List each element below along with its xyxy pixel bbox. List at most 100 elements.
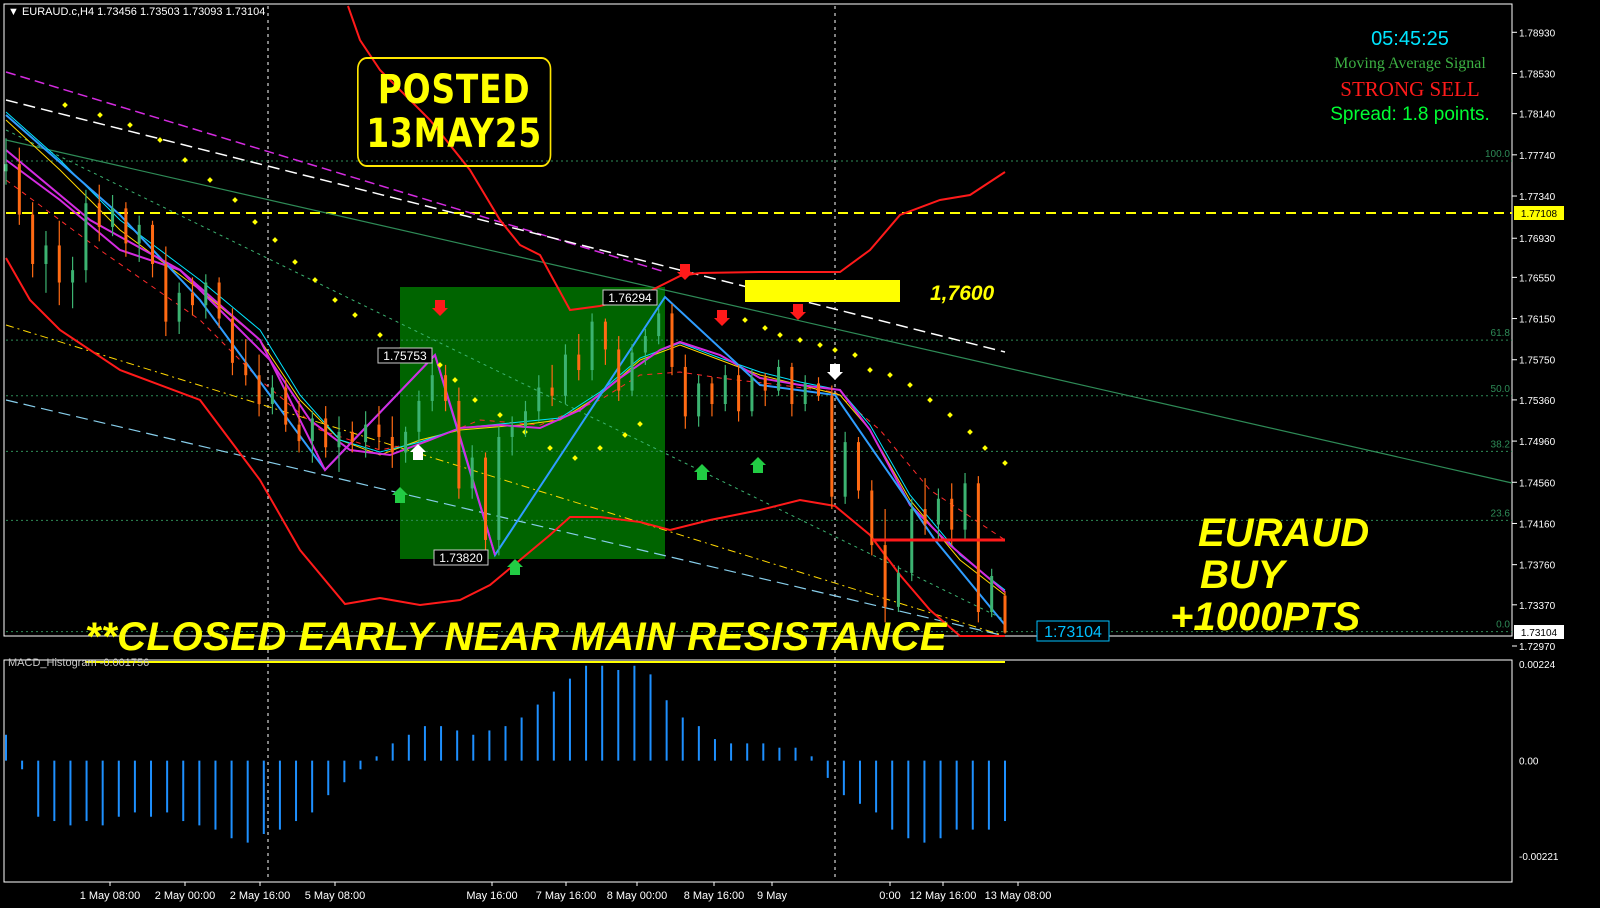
- candle-body: [151, 224, 155, 264]
- price-axis-label: 1.73760: [1519, 561, 1556, 572]
- price-axis-label: 1.73370: [1519, 601, 1556, 612]
- candle-body: [84, 203, 88, 271]
- candle-body: [244, 362, 248, 376]
- target-level-label: 1,7600: [930, 282, 995, 305]
- symbol-info-bar: ▼ EURAUD.c,H4 1.73456 1.73503 1.73093 1.…: [8, 6, 265, 18]
- price-axis-label: 1.74560: [1519, 478, 1556, 489]
- candle-body: [683, 366, 687, 417]
- candle-body: [44, 245, 48, 264]
- fib-level-label: 50.0: [1491, 384, 1511, 395]
- candle-body: [603, 321, 607, 350]
- current-price-label: 1.73104: [1521, 628, 1558, 639]
- candle-body: [550, 387, 554, 396]
- candle-body: [111, 208, 115, 227]
- candle-body: [390, 436, 394, 453]
- candle-body: [164, 263, 168, 322]
- candle-body: [817, 383, 821, 396]
- time-axis-label: 12 May 16:00: [910, 890, 977, 902]
- current-price-tag-text: 1:73104: [1044, 624, 1102, 641]
- macd-axis-label: 0.00: [1519, 757, 1539, 768]
- trade-call-result: +1000PTS: [1170, 595, 1361, 639]
- candle-body: [523, 411, 527, 427]
- candle-body: [484, 457, 488, 540]
- fib-level-label: 0.0: [1496, 620, 1510, 631]
- candle-body: [750, 377, 754, 412]
- candle-body: [710, 383, 714, 405]
- zigzag-price-label: 1.73820: [439, 551, 483, 565]
- macd-axis-label: 0.00224: [1519, 660, 1556, 671]
- candle-body: [310, 418, 314, 442]
- fib-level-label: 100.0: [1485, 149, 1510, 160]
- candle-body: [843, 442, 847, 497]
- candle-body: [350, 431, 354, 443]
- price-chart[interactable]: 100.0 61.8 50.0 38.2 23.6 0.0 1.75753 1.73820 1…: [0, 0, 1600, 908]
- candle-body: [337, 431, 341, 448]
- candle-body: [723, 375, 727, 405]
- candle-body: [444, 375, 448, 401]
- ma-signal-title: Moving Average Signal: [1334, 55, 1486, 72]
- candle-body: [537, 387, 541, 412]
- candle-body: [617, 349, 621, 391]
- price-axis-label: 1.76550: [1519, 273, 1556, 284]
- trade-call-pair: EURAUD: [1198, 511, 1370, 555]
- time-axis-label: 1 May 08:00: [80, 890, 141, 902]
- candle-body: [670, 313, 674, 367]
- dropdown-icon[interactable]: ▼: [8, 6, 19, 18]
- macd-indicator-label: MACD_Histogram -0.001756: [8, 657, 150, 669]
- candle-body: [790, 366, 794, 405]
- price-axis-label: 1.75750: [1519, 356, 1556, 367]
- candle-body: [856, 442, 860, 491]
- time-axis-label: 0:00: [879, 890, 900, 902]
- ohlc-values: 1.73456 1.73503 1.73093 1.73104: [97, 6, 266, 18]
- candle-body: [430, 375, 434, 401]
- time-axis-label: May 16:00: [466, 890, 517, 902]
- candle-body: [364, 424, 368, 443]
- posted-label: POSTED: [377, 67, 531, 113]
- zigzag-price-label: 1.76294: [608, 291, 652, 305]
- fib-level-label: 23.6: [1491, 508, 1511, 519]
- time-axis-label: 7 May 16:00: [536, 890, 597, 902]
- price-axis-label: 1.78930: [1519, 28, 1556, 39]
- price-axis-label: 1.77340: [1519, 192, 1556, 203]
- candle-body: [177, 292, 181, 322]
- signal-panel: 05:45:25 Moving Average Signal STRONG SE…: [1300, 28, 1520, 126]
- signal-status: STRONG SELL: [1340, 77, 1480, 101]
- candle-body: [377, 424, 381, 437]
- fib-level-label: 38.2: [1491, 439, 1511, 450]
- candle-body: [204, 282, 208, 306]
- candle-body: [563, 354, 567, 396]
- time-axis-label: 8 May 00:00: [607, 890, 668, 902]
- macd-axis-label: -0.00221: [1519, 852, 1559, 863]
- spread-readout: Spread: 1.8 points.: [1330, 104, 1490, 125]
- candle-body: [17, 164, 21, 215]
- candle-body: [124, 208, 128, 244]
- candle-body: [870, 490, 874, 546]
- price-axis-label: 1.77740: [1519, 151, 1556, 162]
- candle-body: [57, 245, 61, 283]
- candle-body: [137, 224, 141, 244]
- candle-body: [737, 375, 741, 412]
- price-axis-label: 1.78530: [1519, 69, 1556, 80]
- candle-body: [976, 483, 980, 613]
- time-axis-label: 2 May 00:00: [155, 890, 216, 902]
- price-axis-label: 1.74960: [1519, 437, 1556, 448]
- candle-body: [590, 321, 594, 371]
- candle-body: [257, 375, 261, 405]
- price-axis-label: 1.72970: [1519, 642, 1556, 653]
- candle-body: [404, 431, 408, 453]
- candle-body: [803, 383, 807, 405]
- price-axis-label: 1.74160: [1519, 519, 1556, 530]
- zigzag-price-label: 1.75753: [383, 349, 427, 363]
- candle-body: [297, 424, 301, 442]
- candle-body: [697, 383, 701, 417]
- time-axis-label: 13 May 08:00: [985, 890, 1052, 902]
- price-axis-label: 1.75360: [1519, 396, 1556, 407]
- candle-body: [31, 214, 35, 264]
- candle-body: [923, 509, 927, 525]
- candle-body: [230, 318, 234, 363]
- candle-body: [1003, 595, 1007, 633]
- target-level-bar: [745, 280, 900, 302]
- posted-date-box: POSTED 13MAY25: [357, 57, 552, 167]
- candle-body: [963, 483, 967, 530]
- trade-call-direction: BUY: [1200, 553, 1285, 597]
